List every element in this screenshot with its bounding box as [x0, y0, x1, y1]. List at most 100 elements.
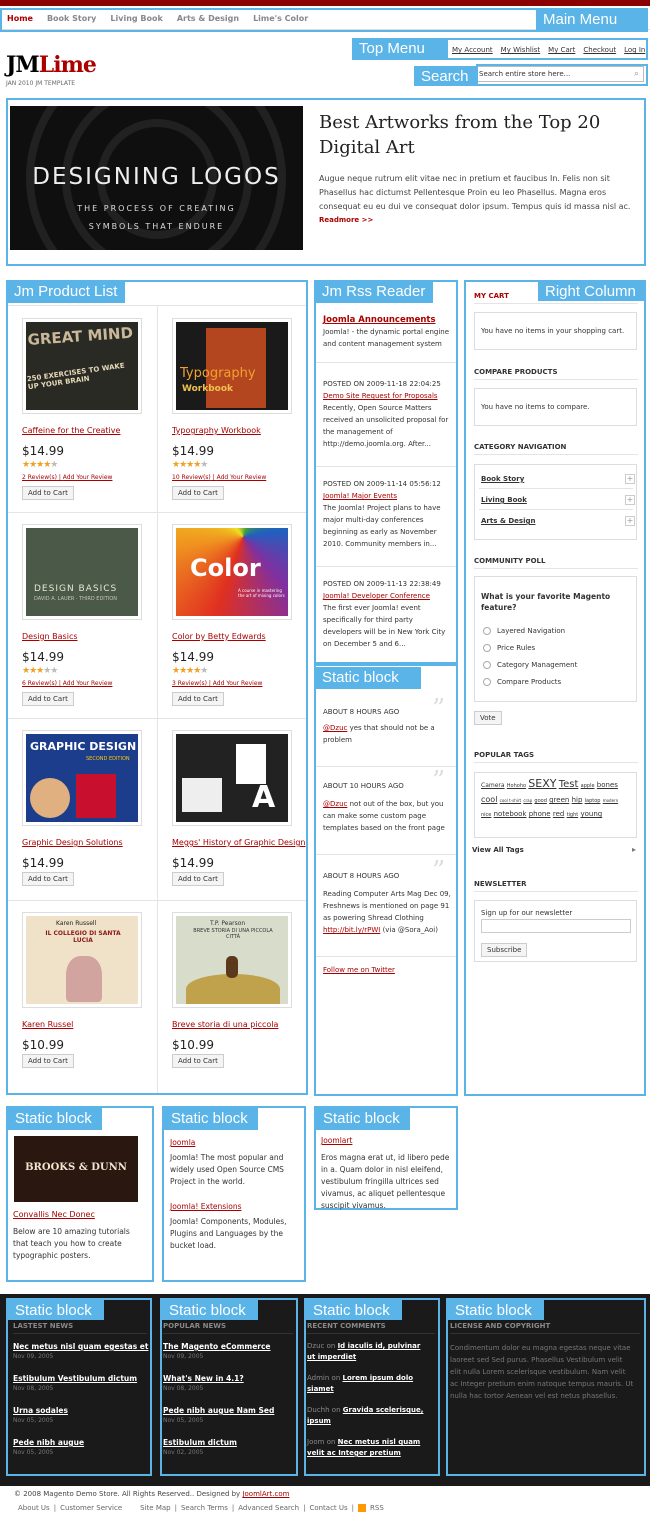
site-map-link[interactable]: Site Map	[140, 1504, 170, 1512]
joomla-link[interactable]: Joomla	[170, 1138, 195, 1147]
product-name-link[interactable]: Graphic Design Solutions	[22, 838, 123, 847]
tag-link[interactable]: tight	[567, 812, 579, 818]
joomlart-link[interactable]: Joomlart	[321, 1136, 352, 1145]
add-to-cart-button[interactable]: Add to Cart	[22, 486, 74, 500]
expand-plus-icon[interactable]: +	[625, 516, 635, 526]
product-name-link[interactable]: Color by Betty Edwards	[172, 632, 266, 641]
add-review-link[interactable]: Add Your Review	[63, 474, 113, 481]
poll-option[interactable]: Compare Products	[483, 678, 561, 686]
tag-link[interactable]: good	[534, 798, 546, 804]
news-link[interactable]: Urna sodales	[13, 1406, 68, 1415]
search-input[interactable]: Search entire store here... ⌕	[474, 66, 644, 82]
follow-twitter-link[interactable]: Follow me on Twitter	[323, 964, 451, 976]
product-image[interactable]: A	[172, 730, 292, 826]
tag-link[interactable]: notebook	[494, 810, 527, 818]
newsletter-email-input[interactable]	[481, 919, 631, 933]
banner-readmore-link[interactable]: Readmore >>	[319, 216, 373, 224]
add-to-cart-button[interactable]: Add to Cart	[172, 1054, 224, 1068]
tweet-user-link[interactable]: @Dzuc	[323, 724, 347, 732]
rss-item-link[interactable]: Joomla! Major Events	[323, 490, 451, 502]
contact-us-link[interactable]: Contact Us	[309, 1504, 347, 1512]
banner-title[interactable]: Best Artworks from the Top 20 Digital Ar…	[319, 110, 639, 160]
news-link[interactable]: The Magento eCommerce	[163, 1342, 271, 1351]
search-terms-link[interactable]: Search Terms	[181, 1504, 228, 1512]
review-links[interactable]: 3 Review(s) | Add Your Review	[172, 680, 262, 687]
tag-link[interactable]: cool t-shirt	[500, 798, 521, 803]
news-link[interactable]: What's New in 4.1?	[163, 1374, 244, 1383]
logo[interactable]: JMLime	[6, 52, 97, 78]
tag-link[interactable]: laptop	[585, 798, 601, 804]
product-image[interactable]: GREAT MIND 250 EXERCISES TO WAKE UP YOUR…	[22, 318, 142, 414]
tag-link[interactable]: Camera	[481, 782, 505, 789]
expand-plus-icon[interactable]: +	[625, 495, 635, 505]
product-image[interactable]: Karen Russell IL COLLEGIO DI SANTA LUCIA	[22, 912, 142, 1008]
rss-heading-link[interactable]: Joomla Announcements	[323, 314, 451, 326]
product-name-link[interactable]: Caffeine for the Creative	[22, 426, 120, 435]
add-to-cart-button[interactable]: Add to Cart	[172, 486, 224, 500]
category-book-story[interactable]: Book Story	[481, 475, 524, 483]
news-link[interactable]: Pede nibh augue	[13, 1438, 84, 1447]
reviews-count-link[interactable]: 3 Review(s)	[172, 680, 207, 687]
tag-link[interactable]: bones	[597, 781, 618, 789]
tag-link[interactable]: cool	[481, 795, 497, 804]
view-all-tags-link[interactable]: View All Tags	[472, 846, 524, 854]
review-links[interactable]: 10 Review(s) | Add Your Review	[172, 474, 266, 481]
expand-plus-icon[interactable]: +	[625, 474, 635, 484]
tag-link[interactable]: nice	[481, 812, 491, 818]
add-to-cart-button[interactable]: Add to Cart	[22, 692, 74, 706]
brooks-dunn-image[interactable]: BROOKS & DUNN	[14, 1136, 138, 1202]
rss-link[interactable]: RSS	[370, 1504, 384, 1512]
advanced-search-link[interactable]: Advanced Search	[238, 1504, 299, 1512]
tweet-url-link[interactable]: http://bit.ly/rPWI	[323, 926, 380, 934]
search-icon[interactable]: ⌕	[634, 69, 639, 79]
my-wishlist-link[interactable]: My Wishlist	[501, 46, 540, 54]
news-link[interactable]: Estibulum dictum	[163, 1438, 237, 1447]
reviews-count-link[interactable]: 6 Review(s)	[22, 680, 57, 687]
add-review-link[interactable]: Add Your Review	[213, 680, 263, 687]
review-links[interactable]: 2 Review(s) | Add Your Review	[22, 474, 112, 481]
product-name-link[interactable]: Meggs' History of Graphic Design	[172, 838, 305, 847]
chevron-right-icon[interactable]: ▸	[632, 845, 636, 854]
category-arts-design[interactable]: Arts & Design	[481, 517, 535, 525]
tag-link[interactable]: SEXY	[528, 777, 556, 790]
add-to-cart-button[interactable]: Add to Cart	[172, 692, 224, 706]
add-to-cart-button[interactable]: Add to Cart	[172, 872, 224, 886]
product-name-link[interactable]: Design Basics	[22, 632, 78, 641]
rss-item-link[interactable]: Demo Site Request for Proposals	[323, 390, 451, 402]
product-image[interactable]: GRAPHIC DESIGN SECOND EDITION	[22, 730, 142, 826]
tag-link[interactable]: red	[553, 810, 564, 818]
rss-item-link[interactable]: Joomla! Developer Conference	[323, 590, 451, 602]
poll-option[interactable]: Category Management	[483, 661, 577, 669]
my-account-link[interactable]: My Account	[452, 46, 493, 54]
tag-link[interactable]: crap	[523, 798, 532, 803]
category-living-book[interactable]: Living Book	[481, 496, 527, 504]
tag-link[interactable]: apple	[581, 783, 595, 789]
joomla-extensions-link[interactable]: Joomla! Extensions	[170, 1202, 242, 1211]
tweet-user-link[interactable]: @Dzuc	[323, 800, 347, 808]
login-link[interactable]: Log In	[624, 46, 645, 54]
tag-link[interactable]: green	[549, 796, 569, 804]
product-name-link[interactable]: Typography Workbook	[172, 426, 261, 435]
convallis-link[interactable]: Convallis Nec Donec	[13, 1210, 95, 1219]
customer-service-link[interactable]: Customer Service	[60, 1504, 122, 1512]
tag-link[interactable]: phone	[529, 810, 551, 818]
poll-option[interactable]: Price Rules	[483, 644, 535, 652]
product-image[interactable]: Typography Workbook	[172, 318, 292, 414]
tag-link[interactable]: modern	[603, 798, 618, 803]
poll-option[interactable]: Layered Navigation	[483, 627, 565, 635]
vote-button[interactable]: Vote	[474, 711, 502, 725]
about-us-link[interactable]: About Us	[18, 1504, 50, 1512]
comment-link[interactable]: Id iaculis id, pulvinar ut imperdiet	[307, 1342, 420, 1361]
tag-link[interactable]: young	[580, 810, 602, 818]
tag-link[interactable]: Test	[559, 779, 579, 790]
review-links[interactable]: 6 Review(s) | Add Your Review	[22, 680, 112, 687]
product-name-link[interactable]: Karen Russel	[22, 1020, 73, 1029]
tag-link[interactable]: hip	[572, 796, 583, 804]
designer-link[interactable]: JoomlArt.com	[242, 1490, 289, 1498]
news-link[interactable]: Nec metus nisl quam egestas et	[13, 1342, 148, 1351]
news-link[interactable]: Estibulum Vestibulum dictum	[13, 1374, 137, 1383]
subscribe-button[interactable]: Subscribe	[481, 943, 528, 957]
reviews-count-link[interactable]: 10 Review(s)	[172, 474, 211, 481]
comment-link[interactable]: Nec metus nisl quam velit ac Integer pre…	[307, 1438, 420, 1457]
product-image[interactable]: DESIGN BASICS DAVID A. LAUER · THIRD EDI…	[22, 524, 142, 620]
